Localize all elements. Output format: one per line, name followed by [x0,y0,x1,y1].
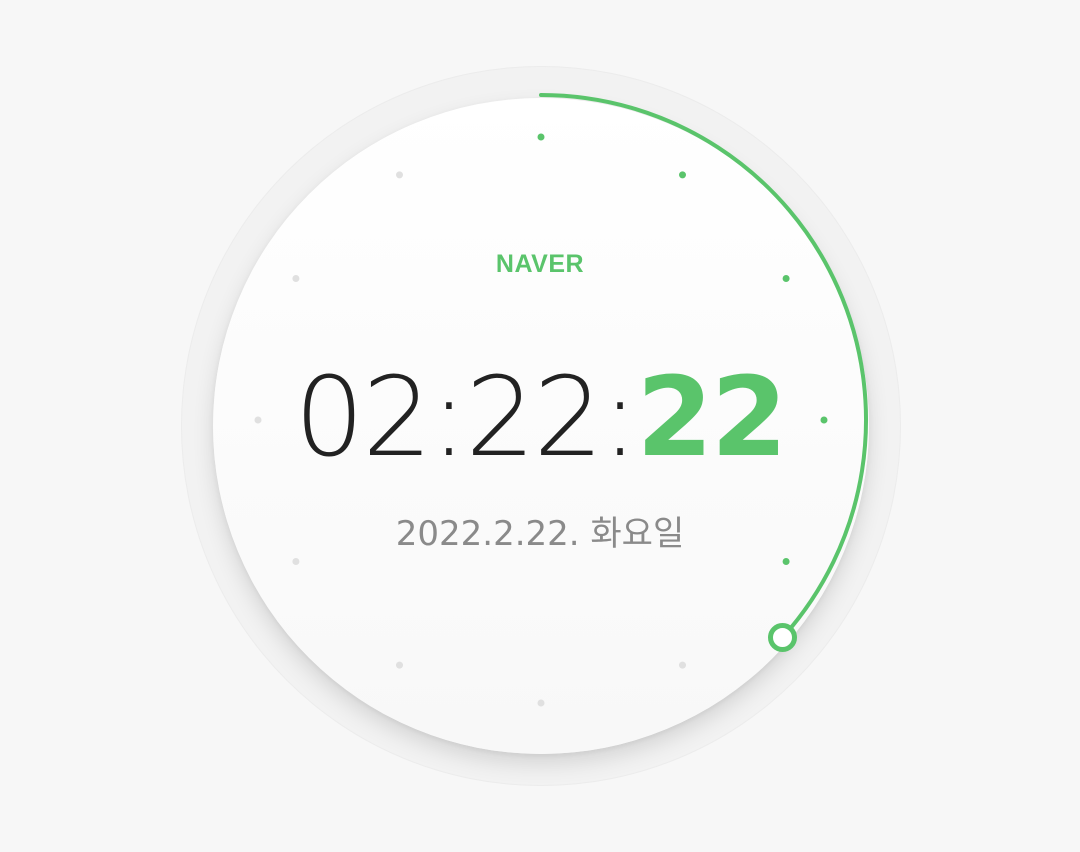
minutes-text: 22 [465,353,603,481]
naver-clock-widget: NAVER 02:22:22 2022.2.22. 화요일 [0,0,1080,852]
seconds-text: 22 [636,353,788,481]
brand-logo: NAVER [495,250,585,278]
time-display: 02:22:22 [0,352,1080,482]
date-text: 2022.2.22. 화요일 [395,514,685,554]
minute-second-separator: : [601,353,638,481]
hour-minute-separator: : [430,353,467,481]
hours-text: 02 [294,353,432,481]
